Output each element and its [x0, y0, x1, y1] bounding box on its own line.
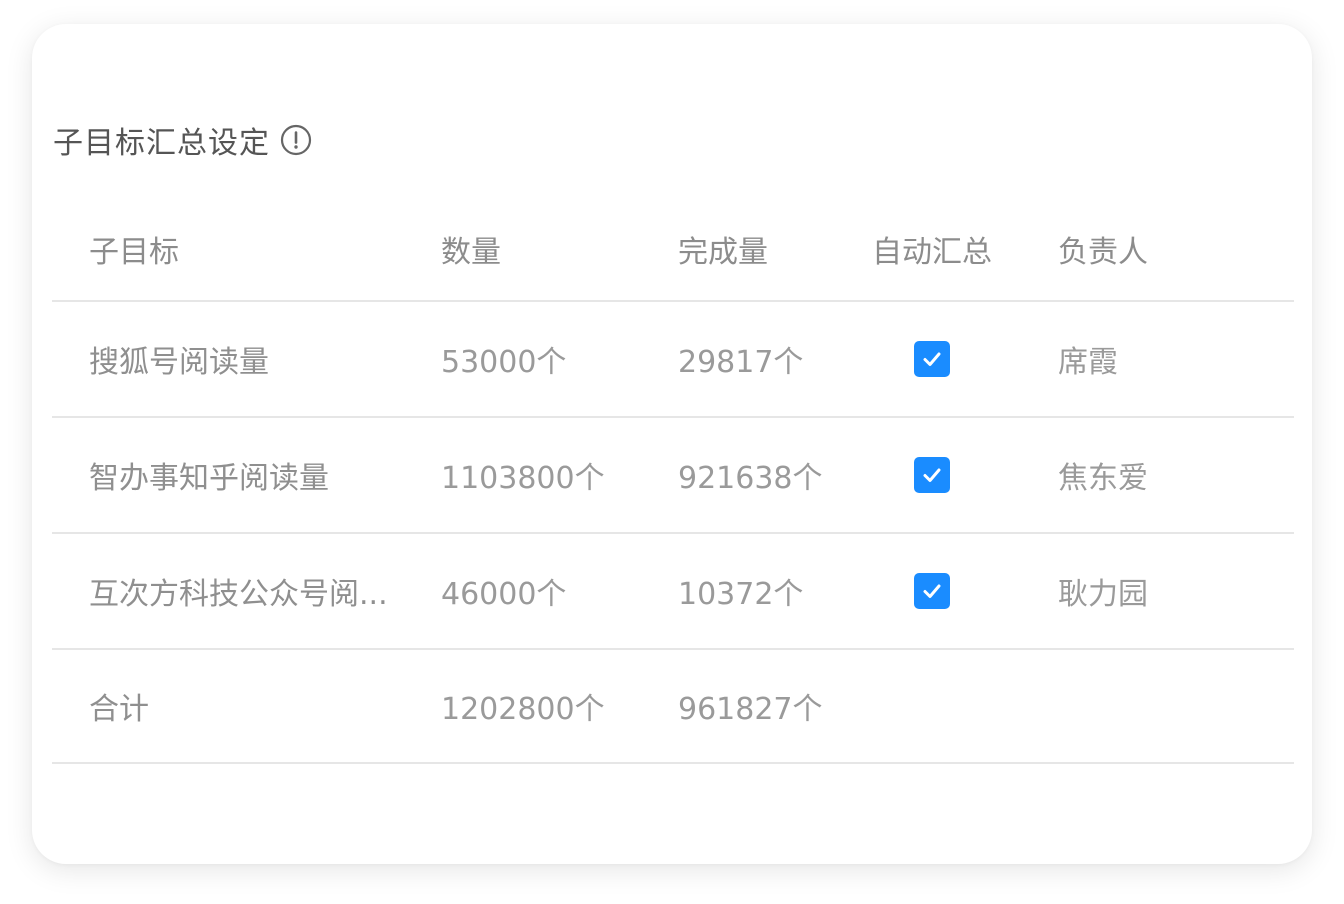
- subgoal-name: 智办事知乎阅读量: [89, 461, 329, 496]
- auto-summary-checkbox[interactable]: [914, 457, 950, 493]
- subgoal-owner: 耿力园: [1058, 577, 1148, 612]
- header-auto-summary: 自动汇总: [872, 235, 992, 270]
- subgoal-name: 搜狐号阅读量: [89, 345, 269, 380]
- total-completed: 961827个: [678, 692, 823, 727]
- header-subgoal: 子目标: [89, 235, 179, 270]
- subgoal-owner: 焦东爱: [1058, 461, 1148, 496]
- checkmark-icon: [923, 468, 941, 482]
- table-row: 智办事知乎阅读量 1103800个 921638个 焦东爱: [52, 418, 1294, 534]
- subgoal-quantity: 53000个: [441, 345, 567, 380]
- header-owner: 负责人: [1058, 235, 1148, 270]
- subgoal-name: 互次方科技公众号阅...: [89, 577, 388, 612]
- subgoal-completed: 10372个: [678, 577, 804, 612]
- total-quantity: 1202800个: [441, 692, 605, 727]
- auto-summary-checkbox[interactable]: [914, 573, 950, 609]
- table-header-row: 子目标 数量 完成量 自动汇总 负责人: [52, 188, 1294, 302]
- total-label: 合计: [89, 692, 149, 727]
- checkmark-icon: [923, 352, 941, 366]
- subgoal-table: 子目标 数量 完成量 自动汇总 负责人 搜狐号阅读量 53000个 29817个…: [52, 188, 1294, 764]
- subgoal-completed: 29817个: [678, 345, 804, 380]
- info-circle-icon[interactable]: [280, 124, 312, 156]
- header-completed: 完成量: [678, 235, 768, 270]
- subgoal-quantity: 1103800个: [441, 461, 605, 496]
- section-title-text: 子目标汇总设定: [53, 126, 270, 161]
- section-title: 子目标汇总设定: [53, 116, 312, 164]
- table-row: 互次方科技公众号阅... 46000个 10372个 耿力园: [52, 534, 1294, 650]
- subgoal-owner: 席霞: [1058, 345, 1118, 380]
- subgoal-completed: 921638个: [678, 461, 823, 496]
- subgoal-quantity: 46000个: [441, 577, 567, 612]
- header-quantity: 数量: [441, 235, 501, 270]
- table-total-row: 合计 1202800个 961827个: [52, 650, 1294, 764]
- checkmark-icon: [923, 584, 941, 598]
- auto-summary-checkbox[interactable]: [914, 341, 950, 377]
- subgoal-summary-card: 子目标汇总设定 子目标 数量 完成量 自动汇总 负责人 搜狐号阅读量 53000…: [32, 24, 1312, 864]
- table-row: 搜狐号阅读量 53000个 29817个 席霞: [52, 302, 1294, 418]
